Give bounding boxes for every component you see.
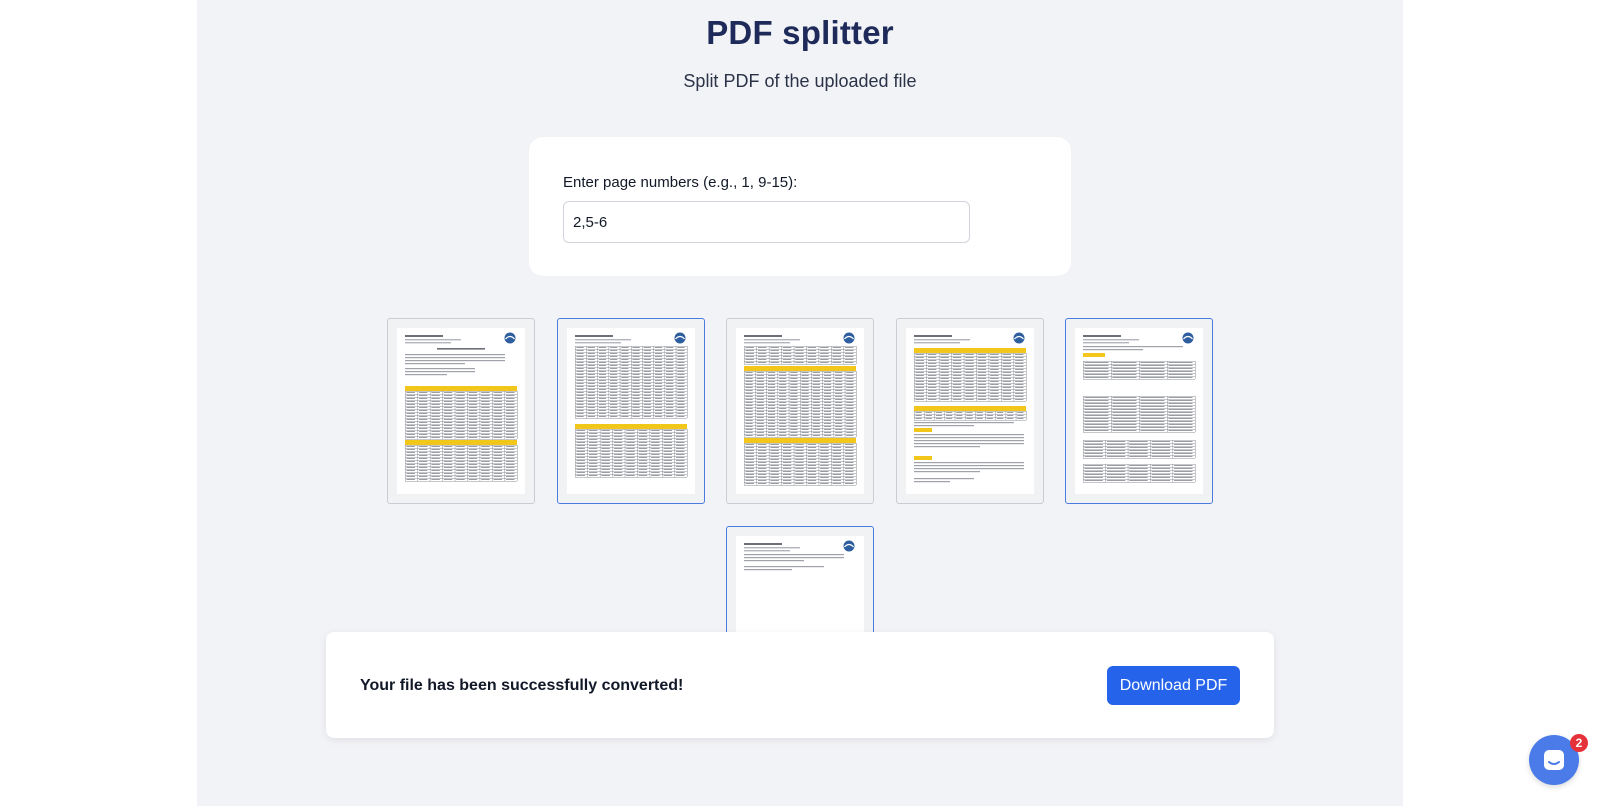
page-preview-image [906,328,1034,494]
page-thumbnail-2[interactable] [557,318,705,504]
page-preview-image [736,328,864,494]
page-preview-image [1075,328,1203,494]
page-thumbnail-5[interactable] [1065,318,1213,504]
result-card: Your file has been successfully converte… [326,632,1274,738]
page-preview-image [567,328,695,494]
chat-icon [1544,750,1564,770]
page-thumbnail-6[interactable] [726,526,874,632]
page-thumbnail-4[interactable] [896,318,1044,504]
download-pdf-button[interactable]: Download PDF [1107,666,1240,705]
page-thumbnails [197,0,1403,632]
page-thumbnail-1[interactable] [387,318,535,504]
main-page: PDF splitter Split PDF of the uploaded f… [197,0,1403,806]
success-message: Your file has been successfully converte… [360,677,684,694]
notification-badge: 2 [1570,734,1588,752]
page-thumbnail-3[interactable] [726,318,874,504]
page-preview-image [736,536,864,632]
page-preview-image [397,328,525,494]
